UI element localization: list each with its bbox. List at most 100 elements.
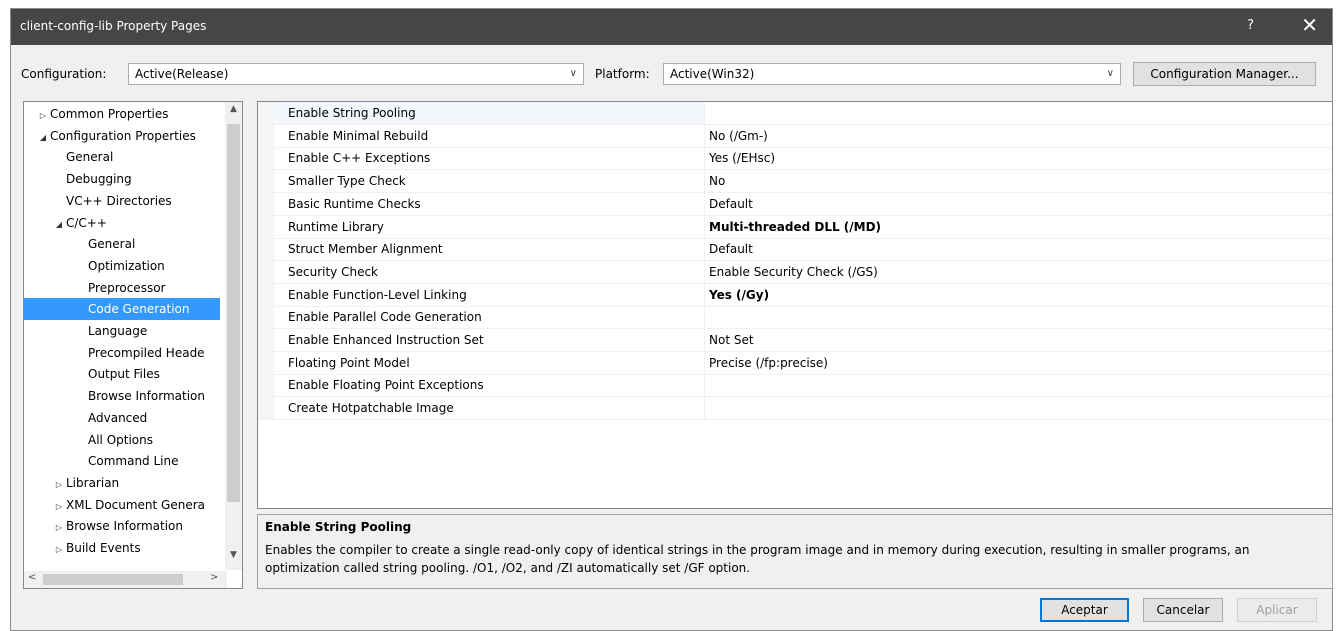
property-value[interactable]: Yes (/Gy) — [709, 284, 769, 306]
tree-item[interactable]: Preprocessor — [24, 277, 220, 299]
column-divider[interactable] — [704, 397, 705, 420]
property-value[interactable]: Precise (/fp:precise) — [709, 352, 828, 374]
tree-item[interactable]: Browse Information — [24, 385, 220, 407]
expand-arrow-icon[interactable]: ▷ — [52, 474, 66, 494]
tree-vertical-scrollbar[interactable]: ▲ ▼ — [225, 102, 242, 570]
ok-button[interactable]: Aceptar — [1040, 598, 1129, 622]
column-divider[interactable] — [704, 329, 705, 351]
property-value[interactable]: No (/Gm-) — [709, 125, 768, 147]
property-row[interactable]: Enable String Pooling — [258, 102, 1332, 125]
property-name: Enable C++ Exceptions — [288, 151, 431, 166]
scroll-right-arrow-icon[interactable]: > — [210, 572, 218, 583]
property-row[interactable]: Floating Point Model Precise (/fp:precise… — [258, 351, 1332, 375]
scroll-left-arrow-icon[interactable]: < — [28, 572, 36, 583]
column-divider[interactable] — [704, 283, 705, 306]
tree-item[interactable]: Output Files — [24, 363, 220, 385]
expand-arrow-icon[interactable]: ▷ — [36, 105, 50, 125]
column-divider[interactable] — [704, 238, 705, 261]
tree-item[interactable]: ▷ Browse Information — [24, 515, 220, 537]
property-row[interactable]: Runtime Library Multi-threaded DLL (/MD) — [258, 215, 1332, 239]
platform-dropdown[interactable]: Active(Win32) ∨ — [663, 63, 1121, 85]
tree-item[interactable]: Optimization — [24, 255, 220, 277]
row-gutter — [258, 238, 274, 261]
tree-item[interactable]: General — [24, 146, 220, 168]
tree-item[interactable]: Debugging — [24, 168, 220, 190]
tree-item[interactable]: Language — [24, 320, 220, 342]
tree-vertical-scroll-thumb[interactable] — [227, 124, 240, 502]
tree-item[interactable]: ▷ Common Properties — [24, 103, 220, 125]
property-value[interactable]: Yes (/EHsc) — [709, 147, 775, 169]
property-row[interactable]: Struct Member Alignment Default — [258, 238, 1332, 262]
tree-item[interactable]: Code Generation — [24, 298, 220, 321]
column-divider[interactable] — [704, 374, 705, 397]
property-row[interactable]: Enable Minimal Rebuild No (/Gm-) — [258, 124, 1332, 148]
tree-item-label: Preprocessor — [88, 280, 166, 295]
property-row[interactable]: Enable Floating Point Exceptions — [258, 374, 1332, 398]
tree-item[interactable]: VC++ Directories — [24, 190, 220, 212]
property-value[interactable]: No — [709, 170, 725, 192]
property-value[interactable]: Not Set — [709, 329, 754, 351]
tree-item[interactable]: Precompiled Heade — [24, 342, 220, 364]
tree-item[interactable]: Advanced — [24, 407, 220, 429]
property-row[interactable]: Create Hotpatchable Image — [258, 397, 1332, 421]
property-row[interactable]: Enable Parallel Code Generation — [258, 306, 1332, 330]
close-button[interactable]: ✕ — [1301, 14, 1318, 36]
property-tree: ▷ Common Properties ◢ Configuration Propert… — [23, 101, 243, 589]
expand-arrow-icon[interactable]: ▷ — [52, 517, 66, 537]
window-title: client-config-lib Property Pages — [20, 19, 207, 33]
property-row[interactable]: Enable C++ Exceptions Yes (/EHsc) — [258, 147, 1332, 171]
tree-item-label: Precompiled Heade — [88, 345, 205, 360]
column-divider[interactable] — [704, 170, 705, 193]
property-value[interactable]: Enable Security Check (/GS) — [709, 261, 878, 283]
row-gutter — [258, 192, 274, 215]
column-divider[interactable] — [704, 260, 705, 283]
configuration-manager-button[interactable]: Configuration Manager... — [1133, 62, 1316, 86]
property-pages-dialog: client-config-lib Property Pages ? ✕ Con… — [10, 8, 1333, 631]
column-divider[interactable] — [704, 351, 705, 374]
tree-item-label: Command Line — [88, 454, 179, 469]
expand-arrow-icon[interactable]: ▷ — [52, 539, 66, 559]
tree-item[interactable]: General — [24, 233, 220, 255]
column-divider[interactable] — [704, 306, 705, 329]
tree-item-label: Browse Information — [66, 519, 183, 534]
apply-button[interactable]: Aplicar — [1237, 598, 1317, 622]
description-text: Enables the compiler to create a single … — [265, 543, 1250, 575]
row-gutter — [258, 329, 274, 351]
tree-item[interactable]: ▷ Build Events — [24, 537, 220, 559]
help-button[interactable]: ? — [1247, 18, 1254, 33]
column-divider[interactable] — [704, 192, 705, 215]
property-value[interactable]: Default — [709, 238, 753, 260]
collapse-arrow-icon[interactable]: ◢ — [52, 214, 66, 234]
property-row[interactable]: Smaller Type Check No — [258, 170, 1332, 194]
cancel-button[interactable]: Cancelar — [1143, 598, 1223, 622]
column-divider[interactable] — [704, 124, 705, 147]
property-row[interactable]: Enable Enhanced Instruction Set Not Set — [258, 329, 1332, 352]
row-gutter — [258, 170, 274, 193]
tree-item[interactable]: ▷ XML Document Genera — [24, 494, 220, 516]
tree-item[interactable]: ◢ Configuration Properties — [24, 125, 220, 147]
collapse-arrow-icon[interactable]: ◢ — [36, 127, 50, 147]
column-divider[interactable] — [704, 215, 705, 238]
property-row[interactable]: Security Check Enable Security Check (/GS… — [258, 260, 1332, 284]
property-value[interactable]: Multi-threaded DLL (/MD) — [709, 216, 881, 238]
tree-item[interactable]: ▷ Librarian — [24, 472, 220, 494]
tree-item[interactable]: ◢ C/C++ — [24, 212, 220, 234]
tree-horizontal-scrollbar[interactable]: < > — [24, 571, 227, 588]
configuration-dropdown[interactable]: Active(Release) ∨ — [128, 63, 584, 85]
property-row[interactable]: Enable Function-Level Linking Yes (/Gy) — [258, 283, 1332, 307]
tree-item-label: Output Files — [88, 367, 160, 382]
property-row[interactable]: Basic Runtime Checks Default — [258, 192, 1332, 216]
platform-label: Platform: — [595, 67, 650, 81]
scroll-up-arrow-icon[interactable]: ▲ — [225, 104, 242, 114]
tree-item-label: Configuration Properties — [50, 128, 196, 143]
tree-horizontal-scroll-thumb[interactable] — [43, 574, 183, 585]
property-value[interactable]: Default — [709, 193, 753, 215]
tree-item[interactable]: All Options — [24, 429, 220, 451]
column-divider[interactable] — [704, 102, 705, 124]
expand-arrow-icon[interactable]: ▷ — [52, 496, 66, 516]
scroll-down-arrow-icon[interactable]: ▼ — [225, 550, 242, 560]
property-name: Runtime Library — [288, 219, 384, 234]
tree-item-label: General — [66, 150, 114, 165]
column-divider[interactable] — [704, 147, 705, 170]
tree-item[interactable]: Command Line — [24, 450, 220, 472]
